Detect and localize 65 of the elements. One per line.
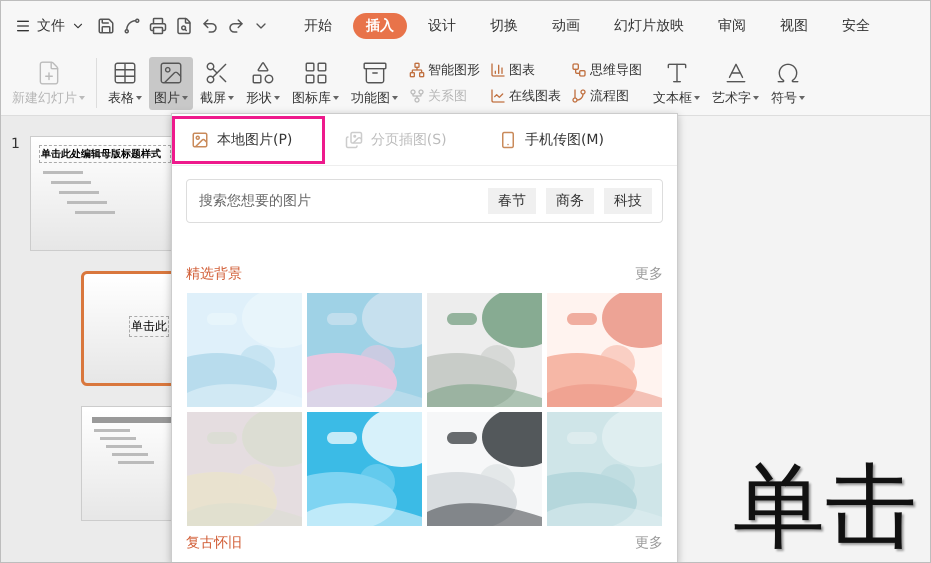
line-chart-icon bbox=[490, 88, 506, 104]
grid-icon bbox=[302, 60, 328, 86]
ribbon-button[interactable]: 艺术字 bbox=[707, 56, 764, 110]
images-icon bbox=[344, 130, 363, 148]
menu-tab[interactable]: 切换 bbox=[477, 13, 531, 39]
caret-icon bbox=[799, 96, 805, 100]
ribbon-button[interactable]: 符号 bbox=[766, 56, 810, 110]
caret-icon bbox=[228, 96, 234, 100]
ribbon-button[interactable]: 图标库 bbox=[287, 56, 344, 110]
menu-tab[interactable]: 审阅 bbox=[705, 13, 759, 39]
branch-icon bbox=[571, 88, 587, 104]
image-icon bbox=[191, 130, 209, 148]
undo-icon[interactable] bbox=[201, 17, 219, 35]
ribbon-button[interactable]: 在线图表 bbox=[490, 87, 561, 105]
menu-tab[interactable]: 动画 bbox=[539, 13, 593, 39]
search-tag[interactable]: 商务 bbox=[546, 188, 594, 214]
printer-icon[interactable] bbox=[149, 17, 167, 35]
ribbon-button[interactable]: 形状 bbox=[241, 56, 285, 110]
ribbon-button[interactable]: 流程图 bbox=[571, 87, 642, 105]
spline-icon[interactable] bbox=[123, 17, 141, 35]
ribbon-button[interactable]: 表格 bbox=[103, 56, 147, 110]
caret-icon bbox=[694, 96, 700, 100]
caret-icon bbox=[136, 96, 142, 100]
relation-icon bbox=[409, 88, 425, 104]
search-tag[interactable]: 春节 bbox=[488, 188, 536, 214]
slide-number: 1 bbox=[11, 136, 20, 154]
slide-title: 单击 bbox=[733, 452, 917, 562]
search-tag[interactable]: 科技 bbox=[604, 188, 652, 214]
section-title: 复古怀旧 bbox=[186, 534, 242, 552]
source-option[interactable]: 本地图片(P) bbox=[172, 116, 326, 164]
bar-chart-icon bbox=[490, 62, 506, 78]
search-field[interactable]: 搜索您想要的图片 春节 商务 科技 bbox=[186, 179, 663, 223]
menu-icon[interactable] bbox=[15, 18, 31, 34]
redo-icon[interactable] bbox=[227, 17, 245, 35]
caret-icon bbox=[182, 96, 188, 100]
preview-icon[interactable] bbox=[175, 17, 193, 35]
file-menu[interactable]: 文件 bbox=[11, 17, 89, 35]
menu-tab[interactable]: 设计 bbox=[415, 13, 469, 39]
diagram-icon bbox=[409, 62, 425, 78]
ribbon-button[interactable]: 图表 bbox=[490, 61, 561, 79]
caret-icon bbox=[753, 96, 759, 100]
caret-icon bbox=[274, 96, 280, 100]
ribbon-button[interactable]: 图片 bbox=[149, 56, 193, 110]
menu-tab[interactable]: 开始 bbox=[291, 13, 345, 39]
ribbon-button[interactable]: 截屏 bbox=[195, 56, 239, 110]
ribbon-button[interactable]: 功能图 bbox=[346, 56, 403, 110]
shapes-icon bbox=[250, 60, 276, 86]
menu-tab[interactable]: 视图 bbox=[767, 13, 821, 39]
slide-title: 单击此 bbox=[129, 316, 169, 337]
ribbon-button[interactable]: 智能图形 bbox=[409, 61, 480, 79]
caret-icon bbox=[392, 96, 398, 100]
save-icon[interactable] bbox=[97, 17, 115, 35]
mind-map-icon bbox=[571, 62, 587, 78]
menu-tab[interactable]: 安全 bbox=[829, 13, 883, 39]
image-icon bbox=[158, 60, 184, 86]
section-title: 精选背景 bbox=[186, 265, 242, 283]
archive-icon bbox=[362, 60, 388, 86]
caret-icon bbox=[79, 96, 85, 100]
slide-title: 单击此处编辑母版标题样式 bbox=[38, 145, 171, 163]
source-option[interactable]: 手机传图(M) bbox=[480, 116, 637, 164]
caret-icon bbox=[333, 96, 339, 100]
menu-tab[interactable]: 幻灯片放映 bbox=[601, 13, 697, 39]
ribbon-button[interactable]: 思维导图 bbox=[571, 61, 642, 79]
ribbon-button[interactable]: 文本框 bbox=[648, 56, 705, 110]
table-icon bbox=[112, 60, 138, 86]
